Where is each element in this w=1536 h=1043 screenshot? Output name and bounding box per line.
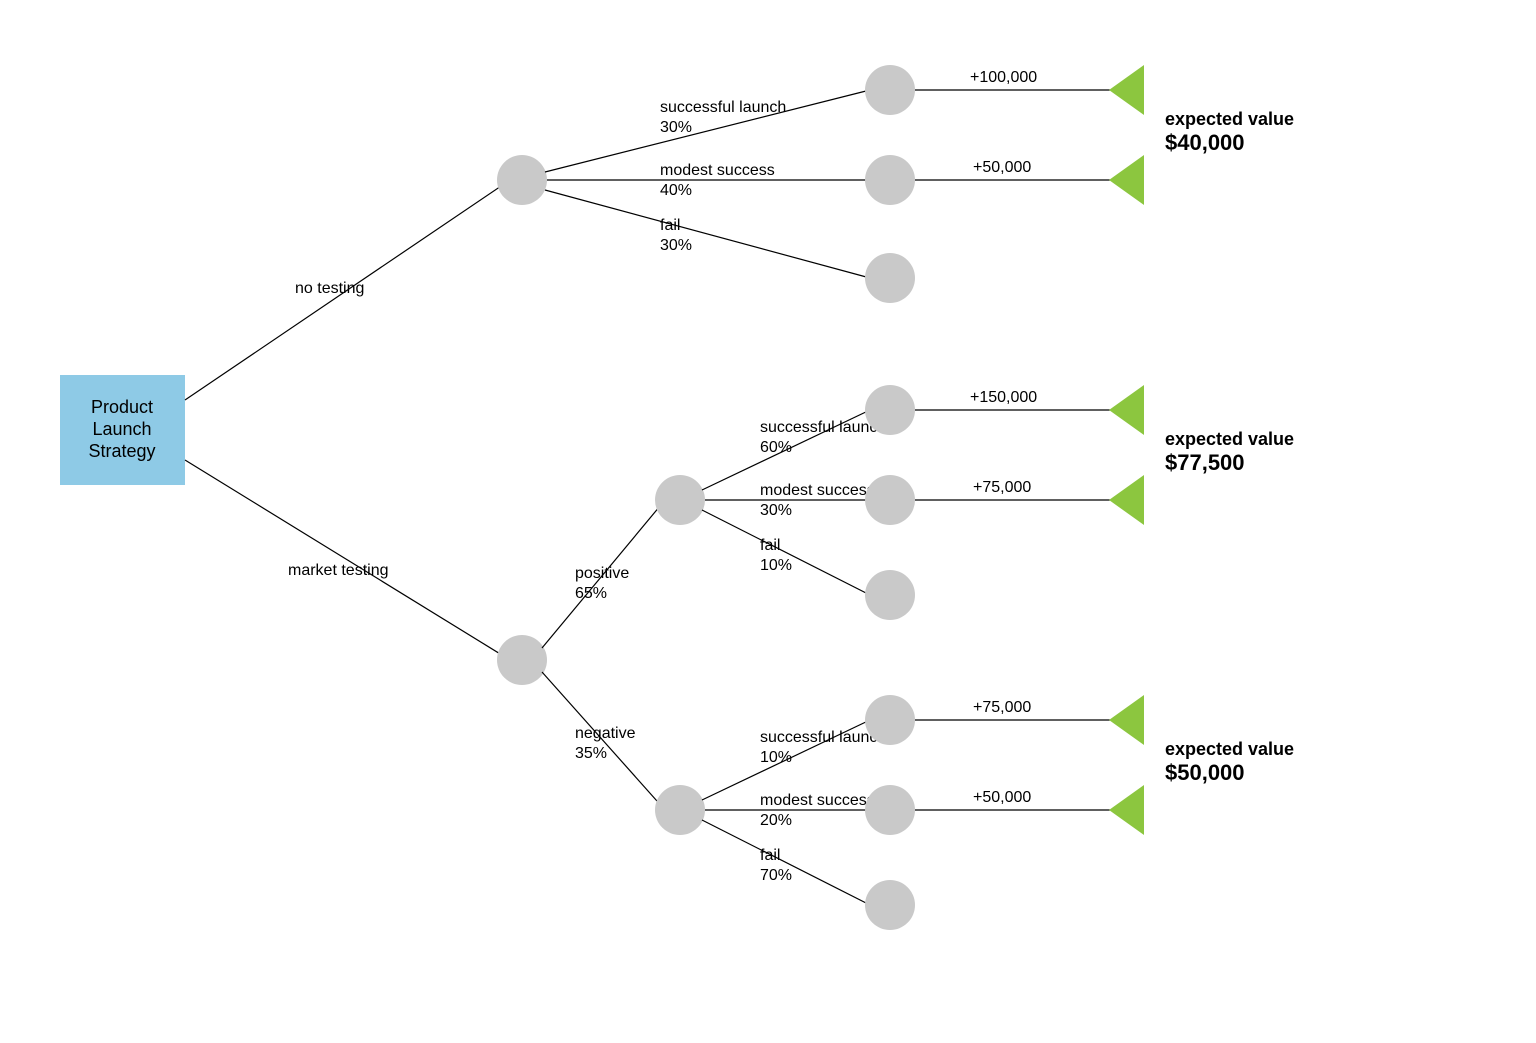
chance-node-negative: [655, 785, 705, 835]
outcome-node-nt-success: [865, 65, 915, 115]
label-neg-fail-prob: 70%: [760, 867, 792, 884]
payoff-pos-success: +150,000: [970, 389, 1037, 406]
outcome-node-nt-modest: [865, 155, 915, 205]
root-label-line3: Strategy: [88, 441, 155, 461]
label-mt-positive-prob: 65%: [575, 585, 607, 602]
label-nt-modest-prob: 40%: [660, 182, 692, 199]
outcome-node-pos-modest: [865, 475, 915, 525]
branch-neg-fail: [702, 820, 870, 905]
label-pos-fail-prob: 10%: [760, 557, 792, 574]
chance-node-market-testing: [497, 635, 547, 685]
branch-nt-fail: [545, 190, 870, 278]
chance-node-positive: [655, 475, 705, 525]
ev-value-neg: $50,000: [1165, 760, 1245, 785]
label-neg-fail: fail: [760, 847, 780, 864]
label-nt-success: successful launch: [660, 99, 786, 116]
end-node-neg-modest: [1109, 785, 1144, 835]
label-neg-modest-prob: 20%: [760, 812, 792, 829]
root-label-line1: Product: [91, 397, 153, 417]
label-mt-positive: positive: [575, 565, 629, 582]
outcome-node-pos-success: [865, 385, 915, 435]
label-neg-success-prob: 10%: [760, 749, 792, 766]
decision-tree-diagram: Product Launch Strategy no testing marke…: [0, 0, 1536, 1043]
label-pos-success: successful launch: [760, 419, 886, 436]
outcome-node-neg-success: [865, 695, 915, 745]
label-nt-modest: modest success: [660, 162, 775, 179]
payoff-nt-modest: +50,000: [973, 159, 1031, 176]
payoff-neg-modest: +50,000: [973, 789, 1031, 806]
payoff-neg-success: +75,000: [973, 699, 1031, 716]
chance-node-no-testing: [497, 155, 547, 205]
ev-value-pos: $77,500: [1165, 450, 1245, 475]
branch-pos-fail: [702, 510, 870, 595]
end-node-neg-success: [1109, 695, 1144, 745]
end-node-nt-success: [1109, 65, 1144, 115]
root-label-line2: Launch: [92, 419, 151, 439]
end-node-pos-success: [1109, 385, 1144, 435]
ev-label-nt: expected value: [1165, 109, 1294, 129]
outcome-node-neg-fail: [865, 880, 915, 930]
label-no-testing: no testing: [295, 280, 364, 297]
label-pos-modest-prob: 30%: [760, 502, 792, 519]
label-pos-modest: modest success: [760, 482, 875, 499]
outcome-node-nt-fail: [865, 253, 915, 303]
end-node-pos-modest: [1109, 475, 1144, 525]
label-pos-success-prob: 60%: [760, 439, 792, 456]
label-mt-negative: negative: [575, 725, 636, 742]
end-node-nt-modest: [1109, 155, 1144, 205]
outcome-node-pos-fail: [865, 570, 915, 620]
ev-value-nt: $40,000: [1165, 130, 1245, 155]
label-pos-fail: fail: [760, 537, 780, 554]
label-nt-fail: fail: [660, 217, 680, 234]
branch-market-testing: [185, 460, 510, 660]
label-nt-fail-prob: 30%: [660, 237, 692, 254]
payoff-nt-success: +100,000: [970, 69, 1037, 86]
payoff-pos-modest: +75,000: [973, 479, 1031, 496]
ev-label-pos: expected value: [1165, 429, 1294, 449]
label-nt-success-prob: 30%: [660, 119, 692, 136]
label-neg-success: successful launch: [760, 729, 886, 746]
label-mt-negative-prob: 35%: [575, 745, 607, 762]
ev-label-neg: expected value: [1165, 739, 1294, 759]
label-market-testing: market testing: [288, 562, 388, 579]
label-neg-modest: modest success: [760, 792, 875, 809]
outcome-node-neg-modest: [865, 785, 915, 835]
